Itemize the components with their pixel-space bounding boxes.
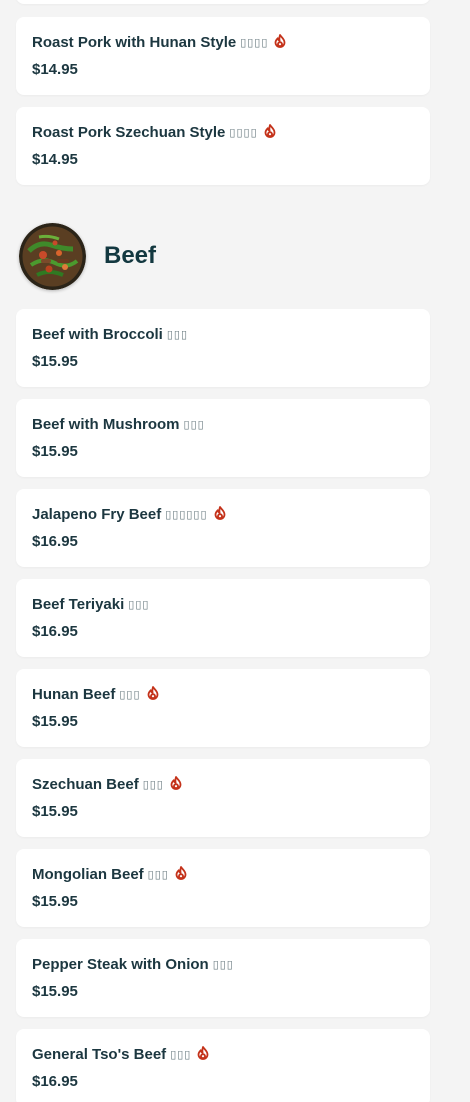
- spicy-icon: [175, 865, 187, 880]
- menu-item-chinese-name: ▯▯▯: [119, 689, 141, 701]
- menu-item-card[interactable]: Jalapeno Fry Beef ▯▯▯▯▯▯ $16.95: [16, 489, 430, 567]
- menu-item-price: $15.95: [32, 893, 78, 910]
- menu-item-name: Beef with Mushroom: [32, 416, 180, 433]
- menu-item-chinese-name: ▯▯▯: [128, 599, 150, 611]
- menu-item-price: $16.95: [32, 623, 78, 640]
- menu-item-card[interactable]: Beef with Broccoli ▯▯▯ $15.95: [16, 309, 430, 387]
- menu-item-price: $16.95: [32, 533, 78, 550]
- menu-item-name: Roast Pork Szechuan Style: [32, 124, 226, 141]
- menu-item-chinese-name: ▯▯▯: [170, 1049, 192, 1061]
- menu-item-card[interactable]: Beef Teriyaki ▯▯▯ $16.95: [16, 579, 430, 657]
- menu-item-name: Hunan Beef: [32, 686, 116, 703]
- menu-item-chinese-name: ▯▯▯: [166, 329, 189, 341]
- menu-page: Roast Pork with Hunan Style ▯▯▯▯ $14.95 …: [0, 0, 470, 1102]
- menu-item-chinese-name: ▯▯▯: [147, 869, 169, 881]
- spicy-icon: [197, 1045, 209, 1060]
- category-header-beef: Beef: [16, 222, 430, 292]
- menu-item-price: $15.95: [32, 353, 78, 370]
- category-image: [19, 223, 86, 290]
- spicy-icon: [214, 505, 225, 520]
- menu-item-price: $15.95: [32, 713, 78, 730]
- spicy-icon: [170, 775, 182, 790]
- menu-item-chinese-name: ▯▯▯: [142, 779, 164, 791]
- spicy-icon: [147, 685, 158, 700]
- menu-item-name: Mongolian Beef: [32, 866, 144, 883]
- menu-item-price: $15.95: [32, 983, 78, 1000]
- spicy-icon: [275, 33, 286, 48]
- menu-item-name: Pepper Steak with Onion: [32, 956, 209, 973]
- menu-item-name: Szechuan Beef: [32, 776, 139, 793]
- category-title: Beef: [104, 242, 157, 269]
- menu-item-card-partial[interactable]: [16, 0, 430, 4]
- menu-item-card[interactable]: Pepper Steak with Onion ▯▯▯ $15.95: [16, 939, 430, 1017]
- menu-item-card[interactable]: Mongolian Beef ▯▯▯ $15.95: [16, 849, 430, 927]
- menu-item-card[interactable]: Roast Pork Szechuan Style ▯▯▯▯ $14.95: [16, 107, 430, 185]
- menu-item-name: Beef with Broccoli: [32, 326, 163, 343]
- menu-item-price: $14.95: [32, 61, 78, 78]
- menu-item-card[interactable]: Beef with Mushroom ▯▯▯ $15.95: [16, 399, 430, 477]
- menu-item-chinese-name: ▯▯▯: [212, 959, 234, 971]
- menu-item-chinese-name: ▯▯▯: [183, 419, 205, 431]
- menu-item-price: $15.95: [32, 443, 78, 460]
- menu-item-name: General Tso's Beef: [32, 1046, 167, 1063]
- menu-item-price: $16.95: [32, 1073, 78, 1090]
- menu-item-price: $14.95: [32, 151, 78, 168]
- menu-item-chinese-name: ▯▯▯▯: [240, 37, 269, 49]
- menu-item-chinese-name: ▯▯▯▯: [229, 127, 258, 139]
- menu-item-name: Jalapeno Fry Beef: [32, 506, 162, 523]
- menu-item-chinese-name: ▯▯▯▯▯▯: [165, 509, 208, 521]
- menu-item-card[interactable]: General Tso's Beef ▯▯▯ $16.95: [16, 1029, 430, 1102]
- menu-item-price: $15.95: [32, 803, 78, 820]
- menu-item-name: Roast Pork with Hunan Style: [32, 34, 237, 51]
- menu-item-card[interactable]: Hunan Beef ▯▯▯ $15.95: [16, 669, 430, 747]
- menu-item-card[interactable]: Roast Pork with Hunan Style ▯▯▯▯ $14.95: [16, 17, 430, 95]
- menu-item-card[interactable]: Szechuan Beef ▯▯▯ $15.95: [16, 759, 430, 837]
- menu-item-name: Beef Teriyaki: [32, 596, 125, 613]
- spicy-icon: [264, 123, 276, 138]
